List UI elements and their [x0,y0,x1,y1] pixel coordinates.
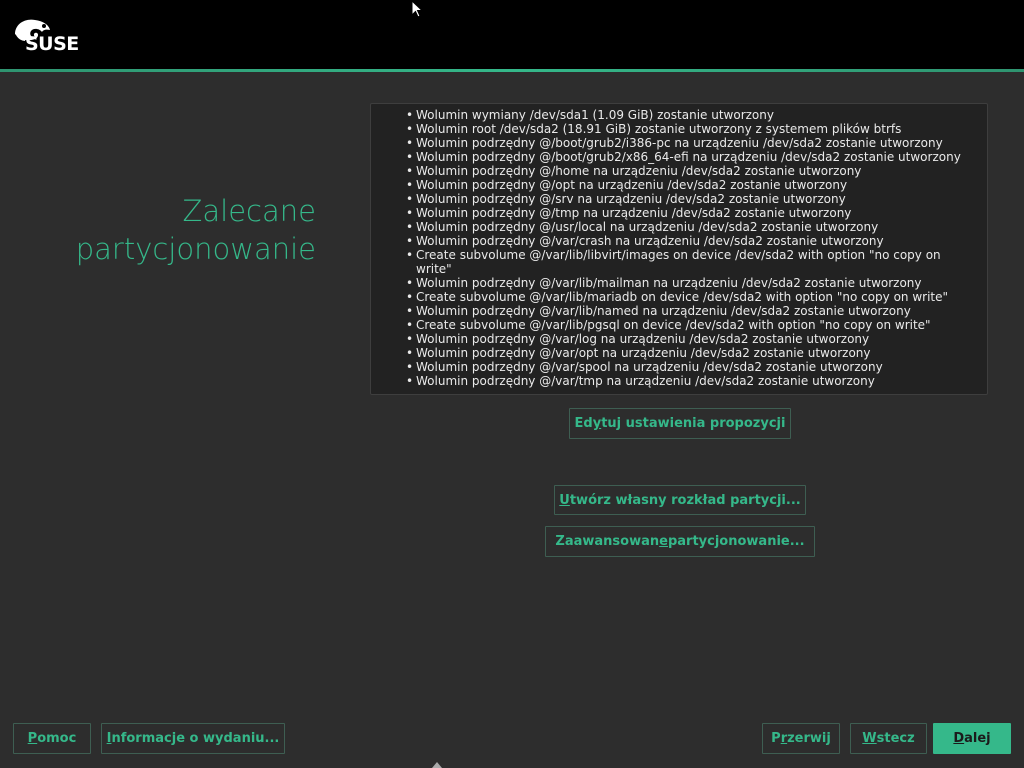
proposal-list: Wolumin wymiany /dev/sda1 (1.09 GiB) zos… [406,108,977,388]
expert-label-post: partycjonowanie... [667,534,805,549]
custom-layout-label-mnemonic: U [559,492,570,508]
next-button[interactable]: Dalej [933,723,1011,754]
abort-label-pre: P [771,731,781,746]
abort-button[interactable]: Pr zerwij [762,723,840,754]
proposal-item: Wolumin podrzędny @/srv na urządzeniu /d… [406,192,977,206]
header-accent-line [0,69,1024,72]
page-title-line1: Zalecane [182,194,316,228]
release-notes-label-post: nformacje o wydaniu... [111,731,280,746]
proposal-item: Wolumin podrzędny @/var/crash na urządze… [406,234,977,248]
mouse-cursor-icon [411,0,424,18]
edit-proposal-settings-button[interactable]: Ed y tuj ustawienia propozycji [569,408,791,439]
edit-proposal-label-post: tuj ustawienia propozycji [601,416,786,431]
expert-label-pre: Zaawansowan [555,534,660,549]
bottom-caret-icon [432,762,442,768]
help-label-post: omoc [37,731,77,746]
top-bar: SUSE [0,0,1024,69]
proposal-item: Wolumin podrzędny @/var/opt na urządzeni… [406,346,977,360]
logo-text: SUSE [25,33,79,55]
proposal-item: Wolumin podrzędny @/boot/grub2/x86_64-ef… [406,150,977,164]
proposal-item: Wolumin podrzędny @/var/lib/mailman na u… [406,276,977,290]
proposal-item: Wolumin wymiany /dev/sda1 (1.09 GiB) zos… [406,108,977,122]
proposal-item: Wolumin podrzędny @/boot/grub2/i386-pc n… [406,136,977,150]
proposal-item: Wolumin podrzędny @/var/log na urządzeni… [406,332,977,346]
proposal-item: Create subvolume @/var/lib/libvirt/image… [406,248,977,276]
proposal-item: Wolumin podrzędny @/opt na urządzeniu /d… [406,178,977,192]
page-title-line2: partycjonowanie [75,232,316,266]
proposal-item: Wolumin podrzędny @/usr/local na urządze… [406,220,977,234]
proposal-item: Wolumin podrzędny @/home na urządzeniu /… [406,164,977,178]
proposal-item: Wolumin podrzędny @/tmp na urządzeniu /d… [406,206,977,220]
page-title: Zalecane partycjonowanie [16,192,316,268]
help-label-mnemonic: P [27,731,38,746]
back-button[interactable]: Wstecz [850,723,927,754]
suse-logo: SUSE [13,16,89,56]
help-button[interactable]: Pomoc [13,723,91,754]
partition-proposal-summary: Wolumin wymiany /dev/sda1 (1.09 GiB) zos… [370,103,988,395]
abort-label-post: zerwij [787,731,831,746]
back-label-mnemonic: W [862,731,877,746]
expert-label-mnemonic: e [659,534,668,549]
edit-proposal-label-pre: Ed [574,416,593,431]
release-notes-button[interactable]: Informacje o wydaniu... [101,723,285,754]
proposal-item: Wolumin podrzędny @/var/lib/named na urz… [406,304,977,318]
proposal-item: Wolumin podrzędny @/var/tmp na urządzeni… [406,374,977,388]
expert-partitioner-button[interactable]: Zaawansowan e partycjonowanie... [545,526,815,557]
proposal-item: Create subvolume @/var/lib/pgsql on devi… [406,318,977,332]
next-label-mnemonic: D [953,731,965,746]
next-label-post: alej [964,731,991,746]
edit-proposal-label-mnemonic: y [592,416,602,431]
proposal-item: Wolumin root /dev/sda2 (18.91 GiB) zosta… [406,122,977,136]
back-label-post: stecz [876,731,915,746]
proposal-item: Wolumin podrzędny @/var/spool na urządze… [406,360,977,374]
create-custom-partition-layout-button[interactable]: Utwórz własny rozkład partycji... [554,485,806,515]
custom-layout-label-post: twórz własny rozkład partycji... [569,492,801,508]
proposal-item: Create subvolume @/var/lib/mariadb on de… [406,290,977,304]
